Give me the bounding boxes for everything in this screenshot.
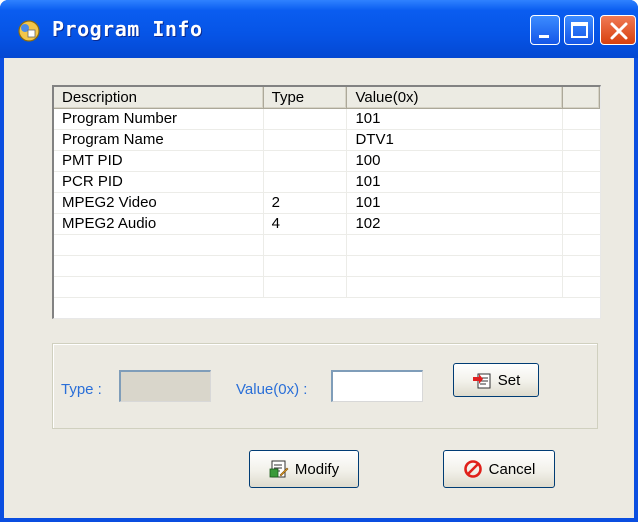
table-row[interactable]: MPEG2 Video 2 101 [54,193,600,214]
cell-type: 4 [264,214,348,234]
cell-type [264,235,348,255]
cell-blank [563,235,600,255]
cell-description: MPEG2 Audio [54,214,264,234]
program-info-window: Program Info Description Type Value(0x) … [0,0,638,522]
cell-type [264,256,348,276]
maximize-icon [571,22,588,38]
column-header-blank[interactable] [563,87,600,109]
cell-value [347,277,564,297]
cell-blank [563,109,600,129]
value-label: Value(0x) : [236,381,308,398]
cancel-icon [463,460,482,478]
type-field[interactable] [119,370,211,402]
table-header: Description Type Value(0x) [54,87,600,109]
title-bar[interactable]: Program Info [0,0,638,58]
cell-description [54,277,264,297]
table-row[interactable]: Program Name DTV1 [54,130,600,151]
cell-value [347,256,564,276]
cell-type [264,130,348,150]
modify-button[interactable]: Modify [249,450,359,488]
table-body: Program Number 101 Program Name DTV1 PMT PID… [54,109,600,298]
cell-value: 101 [347,172,564,192]
info-icon [18,20,40,42]
cancel-button[interactable]: Cancel [443,450,555,488]
table-row[interactable]: MPEG2 Audio 4 102 [54,214,600,235]
cell-value [347,235,564,255]
window-title: Program Info [52,17,203,41]
table-row[interactable] [54,235,600,256]
table-row[interactable] [54,256,600,277]
cell-blank [563,172,600,192]
cell-description: MPEG2 Video [54,193,264,213]
cell-type [264,277,348,297]
close-button[interactable] [600,15,636,45]
column-header-type[interactable]: Type [263,87,348,109]
value-input[interactable] [331,370,423,402]
cell-description [54,235,264,255]
cell-description: PMT PID [54,151,264,171]
cell-value: 101 [347,193,564,213]
cell-value: DTV1 [347,130,564,150]
cancel-button-label: Cancel [488,460,536,478]
table-row[interactable]: PMT PID 100 [54,151,600,172]
cell-blank [563,193,600,213]
minimize-icon [539,35,549,38]
dialog-client-area: Description Type Value(0x) Program Numbe… [4,58,634,518]
maximize-button[interactable] [564,15,594,45]
cell-blank [563,214,600,234]
cell-type: 2 [264,193,348,213]
cell-blank [563,151,600,171]
column-header-value[interactable]: Value(0x) [347,87,564,109]
table-row[interactable]: Program Number 101 [54,109,600,130]
cell-type [264,151,348,171]
set-button[interactable]: Set [453,363,539,397]
cell-value: 102 [347,214,564,234]
cell-value: 100 [347,151,564,171]
type-label: Type : [61,381,102,398]
cell-description [54,256,264,276]
cell-description: PCR PID [54,172,264,192]
table-row[interactable]: PCR PID 101 [54,172,600,193]
cell-description: Program Name [54,130,264,150]
cell-type [264,109,348,129]
column-header-description[interactable]: Description [54,87,264,109]
cell-type [264,172,348,192]
cell-blank [563,277,600,297]
modify-button-label: Modify [294,460,340,478]
cell-description: Program Number [54,109,264,129]
cell-blank [563,256,600,276]
cell-value: 101 [347,109,564,129]
table-row[interactable] [54,277,600,298]
cell-blank [563,130,600,150]
set-icon [472,373,491,389]
program-info-table[interactable]: Description Type Value(0x) Program Numbe… [52,85,601,319]
close-icon [610,22,628,40]
modify-icon [269,460,289,478]
minimize-button[interactable] [530,15,560,45]
set-button-label: Set [497,371,521,389]
